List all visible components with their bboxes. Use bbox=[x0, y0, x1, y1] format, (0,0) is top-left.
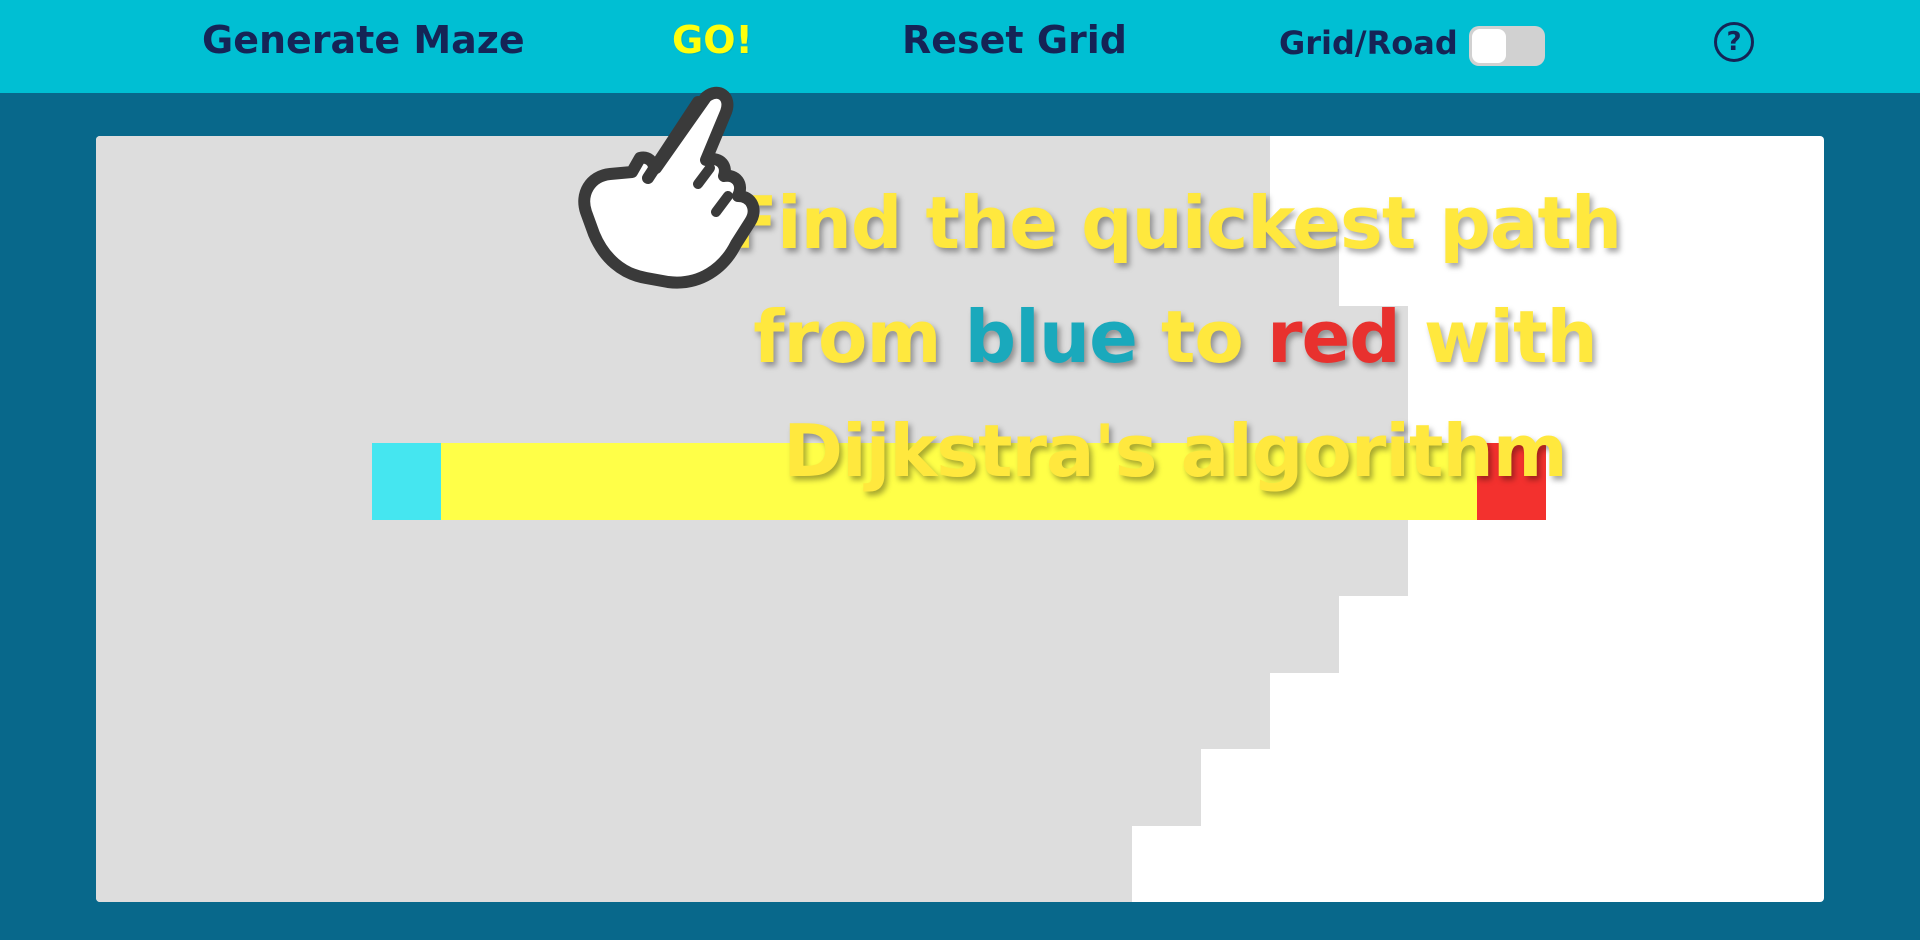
generate-maze-button[interactable]: Generate Maze bbox=[202, 18, 525, 62]
reset-grid-button[interactable]: Reset Grid bbox=[902, 18, 1127, 62]
overlay-line-3: Dijkstra's algorithm bbox=[783, 409, 1568, 493]
overlay-line-2: from blue to red with bbox=[700, 280, 1650, 394]
overlay-line2-a: from bbox=[753, 295, 965, 379]
toggle-knob[interactable] bbox=[1472, 29, 1506, 63]
overlay-word-blue: blue bbox=[964, 295, 1138, 379]
top-navbar: Generate Maze GO! Reset Grid Grid/Road ? bbox=[0, 0, 1920, 93]
overlay-word-red: red bbox=[1266, 295, 1401, 379]
start-node[interactable] bbox=[372, 443, 441, 520]
overlay-line-1: Find the quickest path bbox=[728, 181, 1622, 265]
grid-road-toggle-label: Grid/Road bbox=[1279, 24, 1458, 62]
overlay-line2-c: with bbox=[1399, 295, 1598, 379]
go-button[interactable]: GO! bbox=[672, 18, 753, 62]
grid-road-toggle[interactable] bbox=[1469, 26, 1545, 66]
pointing-hand-icon bbox=[578, 86, 760, 289]
overlay-line2-b: to bbox=[1136, 295, 1267, 379]
help-icon[interactable]: ? bbox=[1714, 22, 1754, 62]
intro-overlay-text: Find the quickest path from blue to red … bbox=[700, 166, 1650, 508]
